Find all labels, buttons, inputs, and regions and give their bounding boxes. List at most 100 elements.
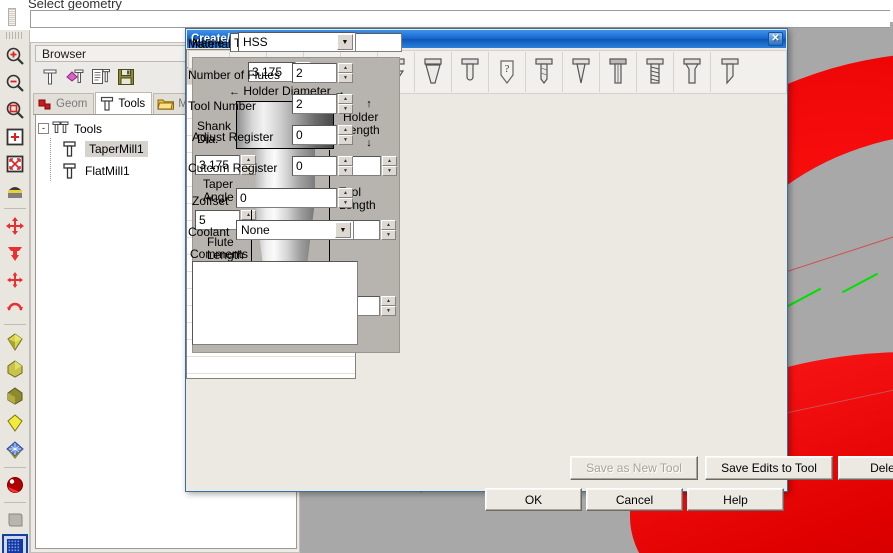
- stepper-down[interactable]: ▼: [381, 230, 396, 240]
- reamer-icon[interactable]: [600, 52, 637, 92]
- tab-geom-label: Geom: [56, 98, 88, 110]
- zoffset-value[interactable]: 0: [236, 188, 337, 208]
- cutcom-register-label: Cutcom Register: [188, 161, 278, 175]
- chamfer-mill-icon[interactable]: [415, 52, 452, 92]
- left-toolbar-grip[interactable]: [5, 32, 24, 39]
- zoom-out-icon[interactable]: [2, 70, 28, 96]
- move-down-icon[interactable]: [2, 240, 28, 266]
- delete-tool-button[interactable]: Delete Tool: [838, 456, 893, 480]
- zoom-window-icon[interactable]: [2, 97, 28, 123]
- save-edits-to-tool-button[interactable]: Save Edits to Tool: [705, 456, 833, 480]
- shape-diamond-3-icon[interactable]: [2, 383, 28, 409]
- chevron-down-icon[interactable]: ▼: [335, 222, 351, 238]
- center-drill-icon[interactable]: [563, 52, 600, 92]
- cancel-button[interactable]: Cancel: [586, 488, 683, 511]
- unknown-tool-icon[interactable]: ?: [489, 52, 526, 92]
- tool-icon: [101, 96, 114, 111]
- boring-bar-icon[interactable]: [674, 52, 711, 92]
- stepper-arrows[interactable]: ▲▼: [382, 156, 397, 176]
- stepper-arrows[interactable]: ▲▼: [338, 188, 353, 208]
- tab-tools[interactable]: Tools: [95, 92, 153, 114]
- drill-icon[interactable]: [526, 52, 563, 92]
- tree-guide: [50, 138, 51, 160]
- cutcom-register-value[interactable]: 0: [292, 156, 337, 176]
- zoom-in-icon[interactable]: [2, 43, 28, 69]
- rotate-icon[interactable]: [2, 294, 28, 320]
- help-button[interactable]: Help: [687, 488, 784, 511]
- coolant-dropdown[interactable]: None ▼: [236, 220, 354, 240]
- stepper-up[interactable]: ▲: [338, 63, 353, 73]
- cutcom-register-stepper[interactable]: 0 ▲ ▼: [292, 156, 353, 176]
- comments-textarea[interactable]: [192, 261, 358, 345]
- save-icon[interactable]: [117, 68, 135, 89]
- stepper-arrows[interactable]: ▲▼: [338, 63, 353, 83]
- zoffset-label: Zoffset: [192, 194, 229, 208]
- rake-icon[interactable]: [2, 178, 28, 204]
- shape-diamond-1-icon[interactable]: [2, 329, 28, 355]
- stepper-up[interactable]: ▲: [382, 156, 397, 166]
- tool-icon[interactable]: [41, 68, 59, 89]
- zoffset-stepper[interactable]: 0 ▲ ▼: [236, 188, 353, 208]
- ball-mill-icon[interactable]: [452, 52, 489, 92]
- adjust-register-value[interactable]: 0: [292, 125, 337, 145]
- tool-number-value[interactable]: 2: [292, 94, 337, 114]
- stepper-down[interactable]: ▼: [338, 166, 353, 176]
- flutes-stepper[interactable]: 2 ▲ ▼: [292, 63, 353, 83]
- stepper-arrows[interactable]: ▲▼: [338, 156, 353, 176]
- toolbar-grip[interactable]: [8, 8, 16, 26]
- geometry-edit-icon[interactable]: [65, 68, 85, 89]
- fit-view-icon[interactable]: [2, 151, 28, 177]
- tree-item-label: FlatMill1: [85, 164, 130, 178]
- stepper-up[interactable]: ▲: [338, 156, 353, 166]
- toolbar-separator: [3, 467, 26, 468]
- svg-text:?: ?: [505, 63, 510, 75]
- shape-diamond-4-icon[interactable]: [2, 410, 28, 436]
- stepper-down[interactable]: ▼: [338, 73, 353, 83]
- engraver-icon[interactable]: [711, 52, 748, 92]
- stepper-up[interactable]: ▲: [338, 125, 353, 135]
- grid-shade-icon[interactable]: [1, 534, 28, 553]
- create-select-tool-dialog: Create/Select Tool ✕: [185, 28, 893, 511]
- tap-icon[interactable]: [637, 52, 674, 92]
- material-label: Material: [188, 37, 231, 51]
- library-item-empty[interactable]: [187, 357, 355, 374]
- tree-item-label: TaperMill1: [85, 141, 148, 157]
- material-dropdown[interactable]: HSS ▼: [238, 32, 356, 52]
- top-input-bar[interactable]: [30, 10, 890, 28]
- tool-icon: [63, 163, 76, 179]
- flutes-value[interactable]: 2: [292, 63, 337, 83]
- sphere-icon[interactable]: [2, 472, 28, 498]
- tab-geom[interactable]: Geom: [33, 93, 95, 114]
- tab-tools-label: Tools: [118, 97, 146, 110]
- stepper-up[interactable]: ▲: [381, 220, 396, 230]
- mesh-diamond-icon[interactable]: [2, 437, 28, 463]
- stepper-down[interactable]: ▼: [338, 104, 353, 114]
- stepper-arrows[interactable]: ▲▼: [381, 296, 396, 316]
- move-all-icon[interactable]: [2, 267, 28, 293]
- stepper-arrows[interactable]: ▲▼: [338, 94, 353, 114]
- list-icon[interactable]: [91, 68, 111, 89]
- pan-icon[interactable]: [2, 213, 28, 239]
- stepper-down[interactable]: ▼: [338, 135, 353, 145]
- shape-diamond-2-icon[interactable]: [2, 356, 28, 382]
- stepper-up[interactable]: ▲: [381, 296, 396, 306]
- zoom-extents-icon[interactable]: [2, 124, 28, 150]
- save-as-new-tool-button[interactable]: Save as New Tool: [570, 456, 698, 480]
- tree-expander[interactable]: -: [38, 123, 49, 134]
- adjust-register-stepper[interactable]: 0 ▲ ▼: [292, 125, 353, 145]
- stepper-up[interactable]: ▲: [338, 94, 353, 104]
- stepper-down[interactable]: ▼: [381, 306, 396, 316]
- stepper-arrows[interactable]: ▲▼: [381, 220, 396, 240]
- stepper-arrows[interactable]: ▲▼: [338, 125, 353, 145]
- stepper-down[interactable]: ▼: [338, 198, 353, 208]
- ok-button[interactable]: OK: [485, 488, 582, 511]
- stepper-up[interactable]: ▲: [241, 210, 256, 220]
- folder-icon: [157, 99, 175, 110]
- close-icon[interactable]: ✕: [768, 32, 783, 46]
- tool-number-stepper[interactable]: 2 ▲ ▼: [292, 94, 353, 114]
- flutes-label: Number of Flutes: [188, 68, 281, 82]
- chevron-down-icon[interactable]: ▼: [337, 34, 353, 50]
- stepper-down[interactable]: ▼: [382, 166, 397, 176]
- solid-shade-icon[interactable]: [2, 507, 28, 533]
- stepper-up[interactable]: ▲: [338, 188, 353, 198]
